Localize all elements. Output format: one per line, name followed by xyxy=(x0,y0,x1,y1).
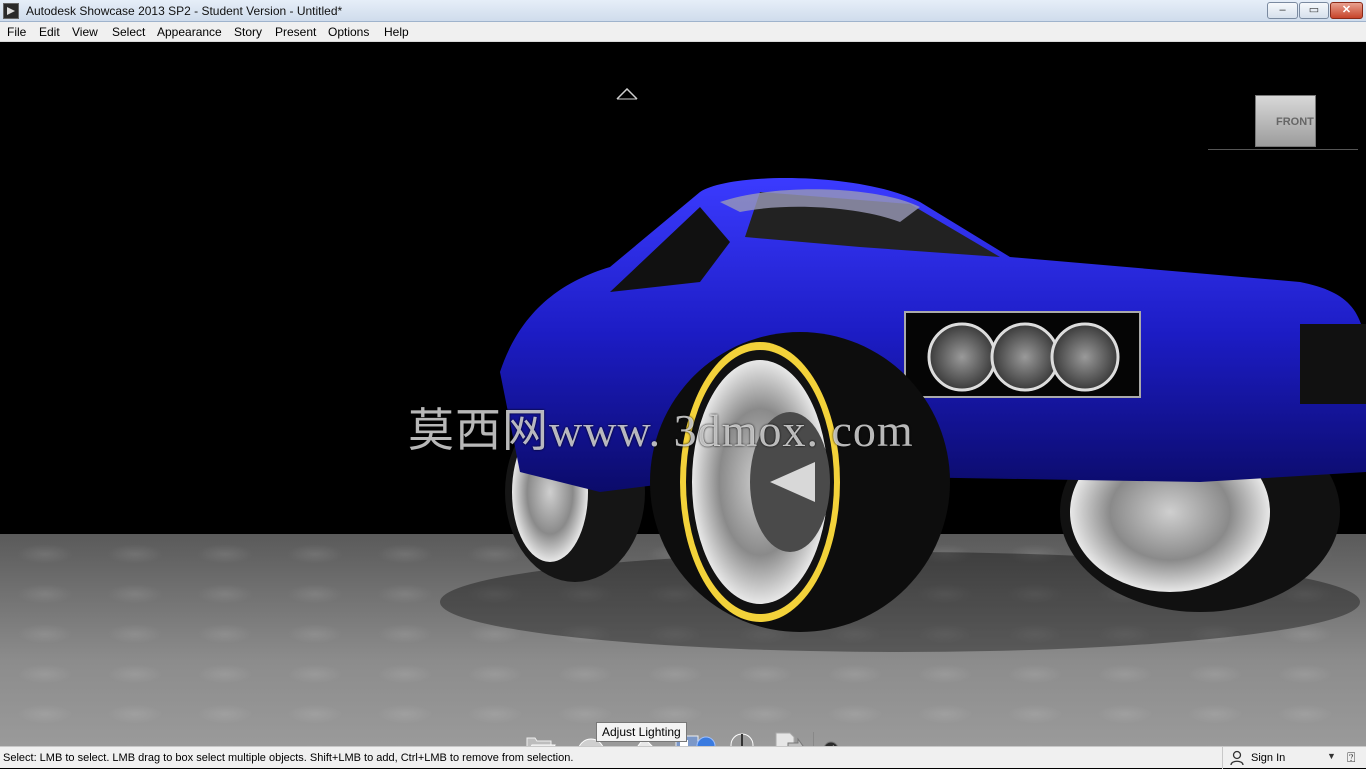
view-cube-front-label: FRONT xyxy=(1276,116,1314,128)
view-cube[interactable]: FRONT xyxy=(1255,95,1316,147)
view-cube-ground-line xyxy=(1208,149,1358,150)
menu-bar: File Edit View Select Appearance Story P… xyxy=(0,22,1366,42)
sign-in-button[interactable]: Sign In ▼ ⍰ xyxy=(1222,747,1366,769)
showcase-app-icon[interactable] xyxy=(3,3,19,19)
menu-view[interactable]: View xyxy=(72,25,98,39)
help-icon[interactable]: ⍰ xyxy=(1347,749,1355,766)
menu-select[interactable]: Select xyxy=(112,25,145,39)
title-bar: Autodesk Showcase 2013 SP2 - Student Ver… xyxy=(0,0,1366,22)
status-message: Select: LMB to select. LMB drag to box s… xyxy=(3,752,574,764)
3d-viewport[interactable]: 莫西网www. 3dmox. com FRONT Adjust Lighting xyxy=(0,42,1366,746)
toolbar-separator xyxy=(813,732,814,746)
export-icon[interactable] xyxy=(770,728,804,746)
menu-appearance[interactable]: Appearance xyxy=(157,25,222,39)
settings-wrench-icon[interactable] xyxy=(818,736,844,746)
chevron-down-icon[interactable]: ▼ xyxy=(1327,751,1336,761)
restore-button[interactable]: ▭ xyxy=(1299,2,1329,19)
window-title: Autodesk Showcase 2013 SP2 - Student Ver… xyxy=(26,4,343,18)
status-bar: Select: LMB to select. LMB drag to box s… xyxy=(0,746,1366,769)
tooltip-adjust-lighting: Adjust Lighting xyxy=(596,722,687,742)
user-icon xyxy=(1230,750,1244,766)
alternatives-icon[interactable] xyxy=(725,728,759,746)
menu-edit[interactable]: Edit xyxy=(39,25,60,39)
menu-file[interactable]: File xyxy=(7,25,26,39)
watermark-text: 莫西网www. 3dmox. com xyxy=(408,405,914,456)
close-button[interactable]: ✕ xyxy=(1330,2,1363,19)
collapse-toolbar-arrow-icon[interactable] xyxy=(616,88,638,100)
sign-in-label: Sign In xyxy=(1251,752,1286,764)
menu-help[interactable]: Help xyxy=(384,25,409,39)
menu-options[interactable]: Options xyxy=(328,25,369,39)
minimize-button[interactable]: – xyxy=(1267,2,1298,19)
open-icon[interactable] xyxy=(523,728,557,746)
menu-present[interactable]: Present xyxy=(275,25,316,39)
menu-story[interactable]: Story xyxy=(234,25,262,39)
